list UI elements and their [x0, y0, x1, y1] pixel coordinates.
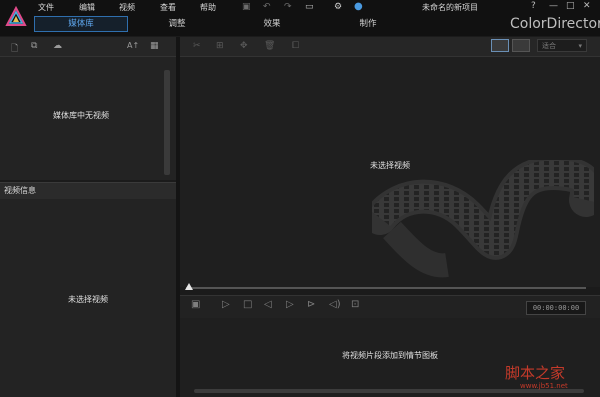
- fullscreen-icon[interactable]: ⊡: [351, 299, 359, 310]
- settings-gear-icon[interactable]: ⚙: [334, 2, 342, 12]
- play-icon[interactable]: ▷: [222, 299, 230, 310]
- single-view-button[interactable]: [491, 39, 509, 52]
- compare-icon[interactable]: ⧠: [292, 41, 299, 51]
- minimize-button[interactable]: —: [549, 1, 558, 11]
- account-icon[interactable]: ●: [354, 1, 363, 12]
- menu-help[interactable]: 帮助: [200, 2, 216, 13]
- media-library-panel: [0, 37, 177, 180]
- redo-icon[interactable]: ↷: [284, 2, 292, 12]
- delete-icon[interactable]: 🗑: [264, 41, 275, 51]
- next-frame-icon[interactable]: ▷: [286, 299, 294, 310]
- previous-frame-icon[interactable]: ◁: [264, 299, 272, 310]
- fast-forward-icon[interactable]: ⊳: [307, 299, 315, 310]
- crop-icon[interactable]: ✂: [193, 41, 201, 51]
- preview-seek-track[interactable]: [186, 287, 586, 289]
- watermark-url: www.jb51.net: [520, 382, 568, 390]
- stop-icon[interactable]: □: [243, 299, 252, 310]
- menu-edit[interactable]: 编辑: [79, 2, 95, 13]
- app-logo-icon: [5, 6, 27, 26]
- sort-button[interactable]: A↑: [127, 41, 139, 50]
- zoom-fit-select[interactable]: 适合 ▾: [537, 39, 587, 52]
- undo-icon[interactable]: ↶: [263, 2, 271, 12]
- preview-mode-icon[interactable]: ▣: [191, 299, 200, 310]
- close-button[interactable]: ✕: [583, 1, 591, 11]
- menu-view[interactable]: 查看: [160, 2, 176, 13]
- tab-produce[interactable]: 制作: [348, 17, 388, 31]
- move-icon[interactable]: ✥: [240, 41, 248, 51]
- aspect-ratio-icon[interactable]: ▭: [305, 2, 314, 12]
- volume-icon[interactable]: ◁): [329, 299, 341, 310]
- import-folder-icon[interactable]: ⧉: [31, 41, 37, 51]
- brand-name: ColorDirector: [510, 16, 600, 32]
- tab-media-library[interactable]: 媒体库: [34, 16, 128, 32]
- tab-adjust[interactable]: 调整: [157, 17, 197, 31]
- media-empty-message: 媒体库中无视频: [53, 111, 109, 120]
- maximize-button[interactable]: □: [566, 1, 575, 11]
- watermark-text: 脚本之家: [505, 364, 566, 382]
- chevron-down-icon: ▾: [578, 42, 582, 50]
- media-scrollbar[interactable]: [164, 70, 170, 175]
- storyboard-hint: 将视频片段添加到情节图板: [342, 351, 438, 360]
- film-strip-graphic: [372, 160, 594, 278]
- video-info-title: 视频信息: [4, 186, 36, 195]
- help-button[interactable]: ?: [531, 1, 536, 11]
- menu-file[interactable]: 文件: [38, 2, 54, 13]
- grid-view-icon[interactable]: ▦: [150, 41, 159, 51]
- save-icon[interactable]: ▣: [242, 2, 251, 12]
- timecode-display: 00:00:00:00: [526, 301, 586, 315]
- zoom-fit-value: 适合: [542, 42, 556, 50]
- split-view-button[interactable]: [512, 39, 530, 52]
- cloud-icon[interactable]: ☁: [53, 41, 62, 51]
- tab-effects[interactable]: 效果: [252, 17, 292, 31]
- align-icon[interactable]: ⊞: [216, 41, 224, 51]
- import-file-icon[interactable]: 🗋: [11, 41, 18, 57]
- video-info-empty-message: 未选择视频: [68, 295, 108, 304]
- playhead-marker[interactable]: [185, 283, 193, 290]
- project-title: 未命名的新项目: [422, 3, 478, 12]
- menu-video[interactable]: 视频: [119, 2, 135, 13]
